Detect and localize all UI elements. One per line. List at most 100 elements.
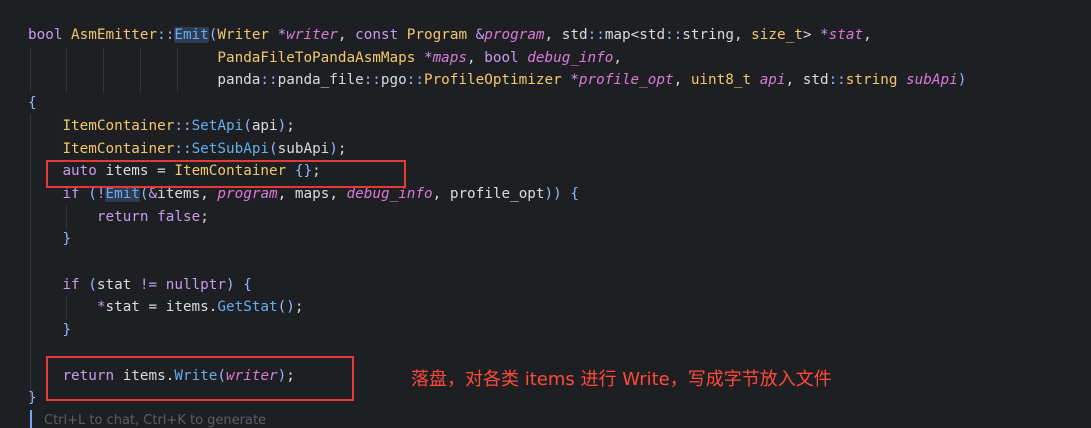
code-token: { bbox=[28, 95, 37, 112]
code-line[interactable]: } bbox=[28, 228, 71, 250]
code-token: subApi bbox=[277, 140, 330, 157]
code-token: program bbox=[484, 27, 545, 43]
code-token: { bbox=[570, 185, 579, 202]
code-token: * bbox=[277, 27, 287, 43]
code-token: bool bbox=[484, 49, 528, 66]
code-token: , bbox=[863, 27, 872, 43]
code-token: string bbox=[845, 72, 907, 89]
code-token: :: bbox=[363, 72, 381, 89]
code-token: const bbox=[355, 27, 407, 43]
code-token: :: bbox=[828, 72, 846, 89]
code-line[interactable]: return false; bbox=[28, 206, 209, 228]
code-editor[interactable]: bool AsmEmitter::Emit(Writer *writer, co… bbox=[0, 0, 1091, 428]
code-token: ItemContainer bbox=[62, 140, 175, 157]
code-token: , profile_opt bbox=[432, 185, 545, 202]
highlight-box-items bbox=[46, 160, 406, 188]
code-token: uint8_t bbox=[690, 72, 760, 89]
code-token: Emit bbox=[105, 185, 140, 202]
code-token: ItemContainer bbox=[62, 117, 175, 134]
code-line[interactable]: *stat = items.GetStat(); bbox=[28, 296, 304, 318]
code-token: , std bbox=[785, 72, 829, 89]
code-token: } bbox=[28, 390, 37, 407]
code-token: ) bbox=[957, 72, 967, 89]
code-token: ) bbox=[226, 276, 235, 293]
code-token: SetSubApi bbox=[191, 140, 270, 157]
code-token: if bbox=[62, 276, 89, 293]
code-token: AsmEmitter bbox=[71, 27, 158, 43]
code-token: nullptr bbox=[165, 276, 227, 293]
code-token: ; bbox=[337, 140, 347, 157]
code-token: PandaFileToPandaAsmMaps bbox=[217, 49, 424, 66]
code-token: , bbox=[337, 27, 356, 43]
code-token: { bbox=[243, 276, 252, 293]
code-token: ( bbox=[243, 117, 252, 134]
code-token: debug_info bbox=[527, 49, 614, 66]
code-token: ) bbox=[329, 140, 338, 157]
code-line[interactable]: PandaFileToPandaAsmMaps *maps, bool debu… bbox=[28, 47, 622, 69]
code-token: )) bbox=[544, 185, 562, 202]
code-token: false bbox=[157, 208, 201, 225]
code-token: :: bbox=[587, 27, 605, 43]
code-token: , bbox=[673, 72, 691, 89]
code-token: * bbox=[423, 49, 433, 66]
inline-hint: Ctrl+L to chat, Ctrl+K to generate bbox=[44, 413, 267, 428]
code-token: writer bbox=[286, 27, 338, 43]
code-token: program bbox=[217, 185, 278, 202]
code-line[interactable]: bool AsmEmitter::Emit(Writer *writer, co… bbox=[28, 24, 872, 46]
code-token: SetApi bbox=[191, 117, 244, 134]
code-token: } bbox=[62, 322, 72, 339]
code-line[interactable]: if (stat != nullptr) { bbox=[28, 274, 252, 296]
code-token: != bbox=[139, 276, 166, 293]
annotation-text: 落盘，对各类 items 进行 Write，写成字节放入文件 bbox=[411, 369, 832, 390]
code-token: Emit bbox=[174, 27, 209, 43]
code-token: , bbox=[613, 49, 622, 66]
code-token: string, bbox=[682, 27, 752, 43]
code-line[interactable]: } bbox=[28, 387, 37, 409]
code-token: () bbox=[277, 299, 295, 316]
code-token: , bbox=[467, 49, 485, 66]
code-token: ( bbox=[88, 185, 97, 202]
code-token: Writer bbox=[217, 27, 278, 43]
code-token: :: bbox=[406, 72, 424, 89]
code-token: map<std bbox=[604, 27, 666, 43]
code-line[interactable]: { bbox=[28, 92, 37, 114]
code-token: , maps, bbox=[277, 185, 347, 202]
code-token: ) bbox=[277, 117, 287, 134]
code-token: stat bbox=[828, 27, 864, 43]
code-token: ; bbox=[286, 117, 295, 134]
code-token: debug_info bbox=[346, 185, 433, 202]
code-token: * bbox=[820, 27, 829, 43]
code-token: :: bbox=[174, 140, 192, 157]
code-token: :: bbox=[665, 27, 683, 43]
code-token: ( bbox=[269, 140, 278, 157]
code-token: if bbox=[62, 185, 89, 202]
code-token: :: bbox=[157, 27, 175, 43]
code-line[interactable]: panda::panda_file::pgo::ProfileOptimizer… bbox=[28, 69, 966, 91]
code-token: ( bbox=[139, 185, 149, 202]
code-line[interactable]: ItemContainer::SetSubApi(subApi); bbox=[28, 138, 347, 160]
code-token: items, bbox=[157, 185, 218, 202]
code-token: return bbox=[96, 208, 158, 225]
code-token: ; bbox=[200, 208, 209, 225]
code-line[interactable]: ItemContainer::SetApi(api); bbox=[28, 115, 295, 137]
code-token: subApi bbox=[906, 72, 958, 89]
code-line[interactable]: } bbox=[28, 319, 71, 341]
code-token: & bbox=[148, 185, 158, 202]
code-token: api bbox=[251, 117, 278, 134]
code-token: maps bbox=[432, 49, 468, 66]
code-token: panda_file bbox=[277, 72, 364, 89]
code-token: stat = items. bbox=[105, 299, 218, 316]
code-token: ; bbox=[294, 299, 304, 316]
code-token: :: bbox=[174, 117, 192, 134]
code-token: bool bbox=[28, 27, 72, 43]
code-token: Program bbox=[406, 27, 476, 43]
